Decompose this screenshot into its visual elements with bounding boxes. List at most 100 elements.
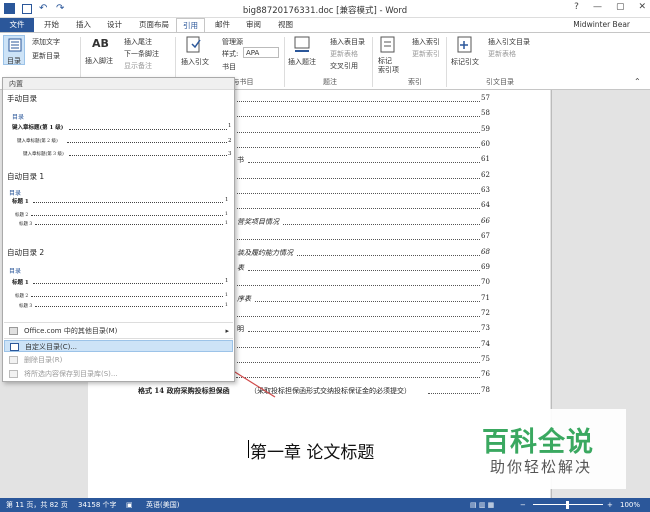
remove-toc-icon [9,356,18,364]
toc-template-manual[interactable]: 目录 键入章标题(第 1 级) 1 键入章标题(第 2 级) 2 键入章标题(第… [9,105,232,165]
insert-citation-button[interactable]: 插入引文 [181,57,209,67]
toc-leader [283,223,480,225]
toc-dropdown[interactable]: 内置 手动目录 目录 键入章标题(第 1 级) 1 键入章标题(第 2 级) 2… [2,77,235,382]
section-title: 自动目录 1 [7,172,45,181]
toc-entry-text: 明 [237,325,244,334]
toc-icon [8,38,22,52]
help-button[interactable]: ? [574,2,579,12]
menu-save-to-gallery[interactable]: 将所选内容保存到目录库(S)... [4,368,233,380]
toc-page-number: 78 [481,385,490,394]
ribbon-tabs: 文件 开始 插入 设计 页面布局 引用 邮件 审阅 视图 Midwinter B… [0,18,650,32]
toc-entry-note: （采取投标担保函形式交纳投标保证金的必须提交） [250,386,411,395]
toc-template-auto-1[interactable]: 目录 标题 1 1 标题 2 1 标题 3 1 [9,183,231,241]
tab-insert[interactable]: 插入 [70,18,97,32]
add-text-button[interactable]: 添加文字 [32,37,60,47]
tab-review[interactable]: 审阅 [240,18,267,32]
status-bar: 第 11 页，共 82 页 34158 个字 ▣ 英语(美国) ▤ ▥ ▦ − … [0,498,650,512]
toc-page-number: 75 [481,354,490,363]
toc-leader [237,361,480,363]
insert-citation-icon [184,35,210,59]
toc-leader [248,331,480,333]
update-table-button[interactable]: 更新表格 [330,49,358,59]
toc-leader [237,116,480,118]
minimize-button[interactable]: — [593,2,602,12]
toc-leader [237,101,480,102]
insert-footnote-button[interactable]: 插入脚注 [85,56,113,66]
update-index-button[interactable]: 更新索引 [412,49,440,59]
toc-leader [237,285,480,287]
toc-leader [248,269,480,271]
menu-remove-toc[interactable]: 删除目录(R) [4,354,233,366]
toc-entry-text: 书 [237,156,244,165]
section-title: 手动目录 [7,94,37,103]
toc-template-auto-2[interactable]: 目录 标题 1 1 标题 2 1 标题 3 1 [9,261,231,319]
toc-entry-text: 表 [237,263,244,272]
toc-page-number: 66 [481,216,490,225]
separator [284,37,285,87]
insert-index-button[interactable]: 插入索引 [412,37,440,47]
title-bar: ↶ ↷ big88720176331.doc [兼容模式] - Word ? —… [0,0,650,18]
style-select[interactable]: APA [243,47,279,58]
insert-caption-button[interactable]: 插入题注 [288,57,316,67]
tab-home[interactable]: 开始 [38,18,65,32]
toc-button[interactable]: 目录 [3,35,25,65]
toc-page-number: 57 [481,94,490,102]
toc-page-number: 63 [481,186,490,195]
toc-leader [255,300,480,302]
zoom-level[interactable]: 100% [620,498,640,512]
toc-page-number: 68 [481,247,490,256]
bibliography-button[interactable]: 书目 [222,62,236,72]
custom-toc-icon [10,343,19,351]
watermark-tagline: 助你轻松解决 [490,458,593,476]
update-toc-button[interactable]: 更新目录 [32,51,60,61]
tab-view[interactable]: 视图 [272,18,299,32]
tab-references[interactable]: 引用 [176,18,205,32]
toc-leader [236,377,480,379]
toc-page-number: 76 [481,370,490,379]
insert-toa-button[interactable]: 插入引文目录 [488,37,530,47]
tab-file[interactable]: 文件 [0,18,34,32]
watermark-logo: 百科全说 [482,427,594,458]
tab-design[interactable]: 设计 [101,18,128,32]
window-title: big88720176331.doc [兼容模式] - Word [242,6,408,16]
show-notes-button[interactable]: 显示备注 [124,61,152,71]
toc-page-number: 69 [481,262,490,271]
toc-page-number: 61 [481,155,490,164]
toc-page-number: 67 [481,232,490,241]
menu-custom-toc[interactable]: 自定义目录(C)... [4,340,233,352]
user-name[interactable]: Midwinter Bear [573,18,630,32]
toc-page-number: 72 [481,308,490,317]
page-count[interactable]: 第 11 页，共 82 页 [6,498,68,512]
language[interactable]: 英语(美国) [146,498,179,512]
section-title: 自动目录 2 [7,248,45,257]
cross-reference-button[interactable]: 交叉引用 [330,61,358,71]
menu-more-from-office[interactable]: Office.com 中的其他目录(M) ▸ [4,325,233,337]
collapse-ribbon-icon[interactable]: ⌃ [634,77,641,86]
toc-page-number: 74 [481,339,490,348]
zoom-thumb[interactable] [566,501,569,509]
toc-page-number: 70 [481,278,490,287]
zoom-in-button[interactable]: + [607,498,613,512]
close-button[interactable]: ✕ [638,2,646,12]
chapter-heading[interactable]: 第一章 论文标题 [250,438,374,463]
tab-layout[interactable]: 页面布局 [133,18,175,32]
toc-page-number: 71 [481,293,490,302]
zoom-out-button[interactable]: − [520,498,526,512]
insert-endnote-button[interactable]: 插入尾注 [124,37,152,47]
insert-caption-icon [292,35,318,59]
mark-entry-button[interactable]: 标记 索引项 [378,57,399,75]
manage-sources-button[interactable]: 管理源 [222,37,243,47]
proofing-icon[interactable]: ▣ [126,498,133,512]
tab-mailings[interactable]: 邮件 [209,18,236,32]
view-buttons[interactable]: ▤ ▥ ▦ [470,498,494,512]
maximize-button[interactable]: ▢ [616,2,625,12]
update-toa-button[interactable]: 更新表格 [488,49,516,59]
next-footnote-button[interactable]: 下一条脚注 [124,49,159,59]
text-cursor [248,440,249,458]
insert-table-of-figures-button[interactable]: 插入表目录 [330,37,365,47]
divider [4,338,233,339]
word-count[interactable]: 34158 个字 [78,498,117,512]
toc-leader [237,147,480,149]
mark-citation-button[interactable]: 标记引文 [451,57,479,67]
toc-leader [237,315,480,317]
